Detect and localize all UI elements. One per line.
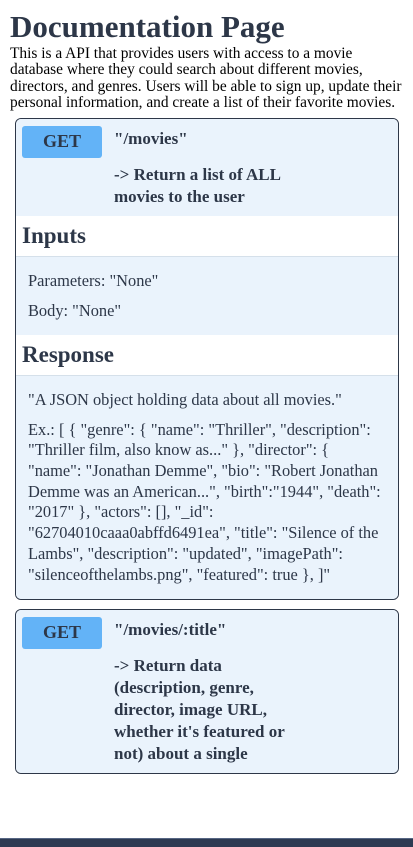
method-badge-get: GET [22, 125, 102, 158]
endpoint-description: -> Return a list of ALL movies to the us… [114, 164, 280, 206]
inputs-section: Parameters: "None" Body: "None" [16, 256, 398, 335]
endpoint-description: -> Return data (description, genre, dire… [114, 656, 285, 764]
page-title: Documentation Page [10, 9, 285, 44]
response-section: "A JSON object holding data about all mo… [16, 375, 398, 600]
endpoint-card-movie-by-title: GET "/movies/:title" -> Return data (des… [15, 609, 399, 775]
inputs-parameters: Parameters: "None" [28, 270, 159, 290]
endpoint-path: "/movies" [114, 128, 188, 148]
endpoint-info: "/movies/:title" -> Return data (descrip… [114, 617, 392, 765]
inputs-heading: Inputs [16, 215, 398, 257]
endpoint-path: "/movies/:title" [114, 620, 227, 640]
endpoint-header: GET "/movies/:title" -> Return data (des… [16, 610, 398, 774]
intro-paragraph: This is a API that provides users with a… [10, 45, 402, 112]
response-summary: "A JSON object holding data about all mo… [28, 389, 342, 409]
method-badge-get: GET [22, 617, 102, 650]
bottom-bar [0, 838, 413, 847]
endpoint-info: "/movies" -> Return a list of ALL movies… [114, 126, 392, 208]
endpoint-card-movies: GET "/movies" -> Return a list of ALL mo… [15, 117, 399, 601]
response-heading: Response [16, 334, 398, 376]
response-example: Ex.: [ { "genre": { "name": "Thriller", … [28, 419, 381, 584]
endpoint-header: GET "/movies" -> Return a list of ALL mo… [16, 118, 398, 216]
documentation-page: Documentation Page This is a API that pr… [0, 9, 413, 775]
inputs-body: Body: "None" [28, 300, 122, 320]
